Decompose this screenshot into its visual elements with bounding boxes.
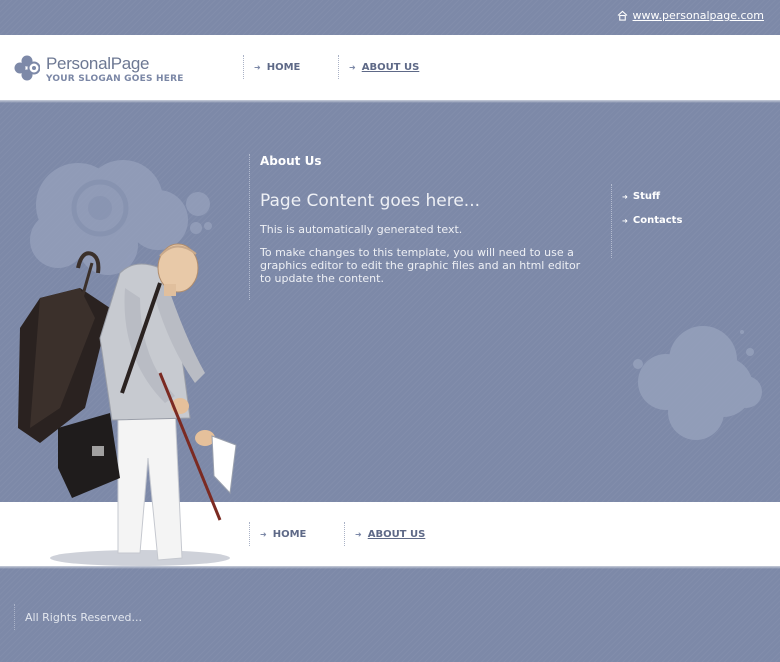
side-links: ➜ Stuff ➜ Contacts bbox=[611, 184, 711, 258]
decorative-cloud-right bbox=[633, 326, 762, 440]
nav-item-label: ABOUT US bbox=[361, 61, 420, 73]
nav-item-about-us[interactable]: ➜ ABOUT US bbox=[338, 55, 419, 79]
top-nav: ➜ HOME ➜ ABOUT US bbox=[243, 55, 419, 79]
page-heading: Page Content goes here... bbox=[260, 191, 481, 211]
side-link-contacts[interactable]: ➜ Contacts bbox=[622, 215, 711, 226]
nav-item-label: HOME bbox=[266, 61, 301, 73]
footer-nav-item-home[interactable]: ➜ HOME bbox=[249, 522, 344, 546]
home-icon bbox=[617, 10, 627, 21]
section-title: About Us bbox=[260, 154, 322, 168]
arrow-right-icon: ➜ bbox=[355, 529, 362, 539]
logo-slogan: YOUR SLOGAN GOES HERE bbox=[46, 74, 184, 84]
top-bar: www.personalpage.com bbox=[0, 0, 780, 34]
arrow-right-icon: ➜ bbox=[254, 62, 261, 72]
copyright-text: All Rights Reserved... bbox=[14, 604, 142, 630]
nav-item-label: HOME bbox=[272, 528, 307, 540]
arrow-right-icon: ➜ bbox=[622, 216, 628, 225]
side-link-label: Contacts bbox=[632, 215, 683, 226]
arrow-right-icon: ➜ bbox=[349, 62, 356, 72]
side-link-stuff[interactable]: ➜ Stuff bbox=[622, 191, 711, 202]
arrow-right-icon: ➜ bbox=[622, 192, 628, 201]
arrow-right-icon: ➜ bbox=[260, 529, 267, 539]
side-link-label: Stuff bbox=[632, 191, 661, 202]
paragraph: To make changes to this template, you wi… bbox=[260, 246, 581, 285]
footer-nav: ➜ HOME ➜ ABOUT US bbox=[249, 522, 425, 546]
site-url-text: www.personalpage.com bbox=[632, 9, 764, 22]
nav-item-label: ABOUT US bbox=[367, 528, 426, 540]
nav-item-home[interactable]: ➜ HOME bbox=[243, 55, 338, 79]
site-url-link[interactable]: www.personalpage.com bbox=[617, 9, 764, 22]
person-illustration bbox=[18, 243, 237, 566]
logo[interactable]: PersonalPage YOUR SLOGAN GOES HERE bbox=[14, 55, 184, 84]
paragraph: This is automatically generated text. bbox=[260, 223, 463, 236]
clover-logo-icon bbox=[14, 55, 40, 81]
footer-nav-item-about-us[interactable]: ➜ ABOUT US bbox=[344, 522, 425, 546]
main-content: About Us Page Content goes here... This … bbox=[249, 154, 589, 300]
logo-title: PersonalPage bbox=[46, 54, 150, 73]
